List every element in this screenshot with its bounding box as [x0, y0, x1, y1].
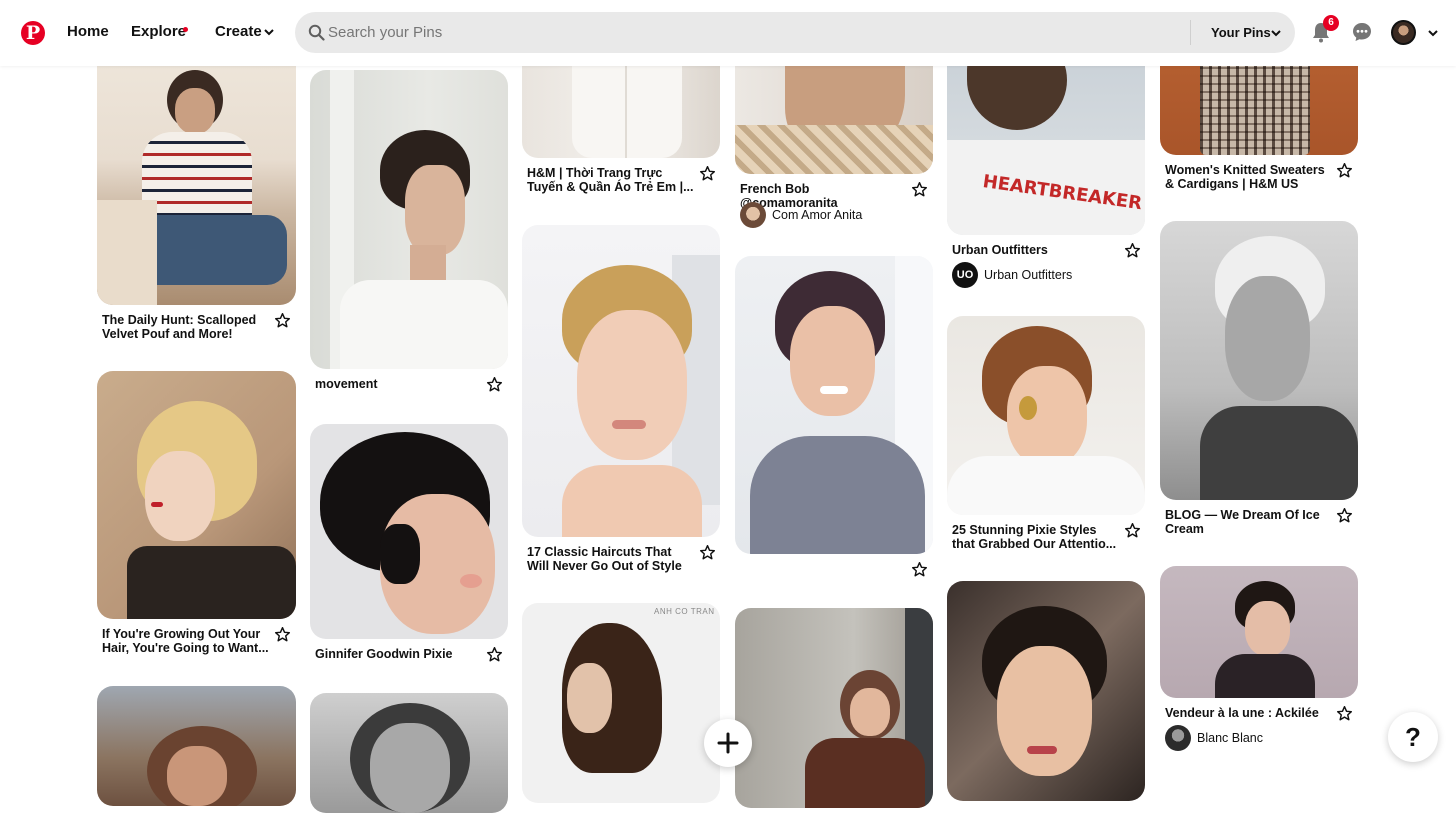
watermark-text: ANH CO TRAN: [654, 607, 715, 616]
chat-icon[interactable]: [1351, 21, 1373, 43]
pin-image[interactable]: [310, 424, 508, 639]
profile-avatar[interactable]: [1391, 20, 1416, 45]
chevron-down-icon[interactable]: [1270, 27, 1282, 39]
pin-image[interactable]: [1160, 566, 1358, 698]
pin-owner-avatar[interactable]: [740, 202, 766, 228]
pinterest-logo-icon[interactable]: P: [21, 21, 45, 45]
chevron-down-icon[interactable]: [1427, 27, 1439, 39]
pin-owner-name[interactable]: Com Amor Anita: [772, 208, 862, 222]
nav-create[interactable]: Create: [215, 23, 262, 40]
nav-home[interactable]: Home: [67, 23, 109, 40]
pin-image[interactable]: [947, 316, 1145, 515]
search-input[interactable]: [328, 12, 1168, 53]
star-icon[interactable]: [1336, 705, 1353, 722]
chevron-down-icon[interactable]: [263, 26, 275, 38]
pin-image[interactable]: [97, 40, 296, 305]
pin-image[interactable]: [97, 686, 296, 806]
star-icon[interactable]: [1336, 507, 1353, 524]
pin-image[interactable]: [735, 256, 933, 554]
nav-explore[interactable]: Explore: [131, 23, 186, 40]
pin-title[interactable]: H&M | Thời Trang Trực Tuyến & Quần Áo Tr…: [527, 166, 697, 194]
star-icon[interactable]: [1124, 242, 1141, 259]
pin-owner-avatar[interactable]: [1165, 725, 1191, 751]
pin-owner-name[interactable]: Urban Outfitters: [984, 268, 1072, 282]
star-icon[interactable]: [486, 646, 503, 663]
star-icon[interactable]: [1124, 522, 1141, 539]
star-icon[interactable]: [699, 165, 716, 182]
pin-title[interactable]: Ginnifer Goodwin Pixie: [315, 647, 485, 661]
pin-owner-name[interactable]: Blanc Blanc: [1197, 731, 1263, 745]
plus-icon: [717, 732, 739, 754]
star-icon[interactable]: [699, 544, 716, 561]
pin-title[interactable]: Vendeur à la une : Ackilée: [1165, 706, 1335, 720]
pin-title[interactable]: BLOG — We Dream Of Ice Cream: [1165, 508, 1335, 536]
explore-notification-dot: [183, 27, 188, 32]
top-nav-bar: P Home Explore Create Your Pins 6: [0, 0, 1456, 66]
pin-image[interactable]: [947, 581, 1145, 801]
pin-title[interactable]: movement: [315, 377, 485, 391]
pin-owner-avatar[interactable]: UO: [952, 262, 978, 288]
help-button[interactable]: ?: [1388, 712, 1438, 762]
notification-badge: 6: [1323, 15, 1339, 31]
search-bar[interactable]: Your Pins: [295, 12, 1295, 53]
star-icon[interactable]: [1336, 162, 1353, 179]
your-pins-filter[interactable]: Your Pins: [1211, 25, 1271, 40]
pin-image[interactable]: [522, 225, 720, 537]
pin-title[interactable]: Women's Knitted Sweaters & Cardigans | H…: [1165, 163, 1335, 191]
pin-title[interactable]: The Daily Hunt: Scalloped Velvet Pouf an…: [102, 313, 272, 341]
pin-image[interactable]: [97, 371, 296, 619]
pin-title[interactable]: 17 Classic Haircuts That Will Never Go O…: [527, 545, 697, 573]
pin-title[interactable]: 25 Stunning Pixie Styles that Grabbed Ou…: [952, 523, 1122, 551]
pin-image[interactable]: [735, 608, 933, 808]
pin-title[interactable]: French Bob @comamoranita: [740, 182, 910, 210]
star-icon[interactable]: [486, 376, 503, 393]
star-icon[interactable]: [911, 561, 928, 578]
pin-image[interactable]: [310, 70, 508, 369]
search-icon: [308, 24, 325, 41]
star-icon[interactable]: [274, 312, 291, 329]
star-icon[interactable]: [911, 181, 928, 198]
pin-title[interactable]: Urban Outfitters: [952, 243, 1122, 257]
star-icon[interactable]: [274, 626, 291, 643]
search-divider: [1190, 20, 1191, 45]
add-pin-button[interactable]: [704, 719, 752, 767]
pin-title[interactable]: If You're Growing Out Your Hair, You're …: [102, 627, 272, 655]
pin-image[interactable]: ANH CO TRAN: [522, 603, 720, 803]
pin-image[interactable]: [310, 693, 508, 813]
pin-image[interactable]: [1160, 221, 1358, 500]
